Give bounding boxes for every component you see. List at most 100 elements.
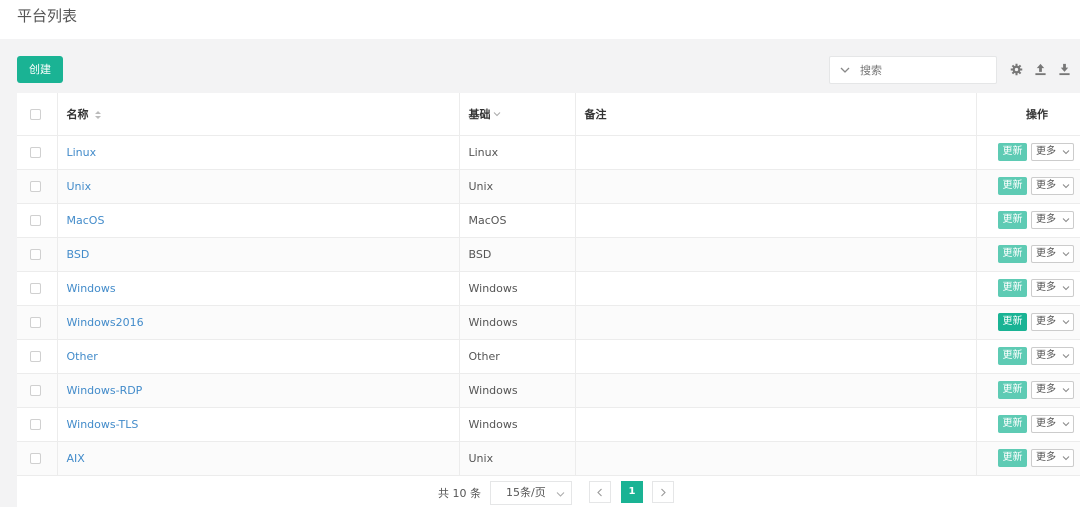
update-button[interactable]: 更新: [998, 381, 1027, 399]
update-button[interactable]: 更新: [998, 143, 1027, 161]
platform-base: Unix: [468, 180, 494, 193]
row-checkbox[interactable]: [30, 147, 41, 158]
row-checkbox[interactable]: [30, 419, 41, 430]
platform-base: Windows: [468, 418, 518, 431]
row-actions: 更新 更多: [977, 415, 1080, 433]
row-action-cell: 更新 更多: [976, 441, 1080, 476]
row-base-cell: Windows: [459, 305, 576, 340]
row-action-cell: 更新 更多: [976, 305, 1080, 340]
chevron-right-icon: [661, 488, 666, 497]
row-base-cell: Windows: [459, 373, 576, 408]
main-content: 创建 名称 基础: [17, 56, 1080, 507]
select-all-checkbox[interactable]: [30, 108, 41, 120]
update-button[interactable]: 更新: [998, 415, 1027, 433]
more-dropdown-button[interactable]: 更多: [1031, 211, 1074, 229]
more-dropdown-button[interactable]: 更多: [1031, 313, 1074, 331]
page-title: 平台列表: [17, 7, 78, 25]
page-button-current[interactable]: 1: [621, 481, 643, 503]
more-dropdown-button[interactable]: 更多: [1031, 143, 1074, 161]
more-dropdown-button[interactable]: 更多: [1031, 415, 1074, 433]
update-button[interactable]: 更新: [998, 449, 1027, 467]
platform-name-link[interactable]: MacOS: [67, 214, 105, 227]
row-action-cell: 更新 更多: [976, 339, 1080, 374]
row-comment-cell: [575, 441, 977, 476]
row-checkbox[interactable]: [30, 181, 41, 192]
total-count: 共 10 条: [438, 487, 481, 500]
row-actions: 更新 更多: [977, 177, 1080, 195]
platform-name-link[interactable]: Windows2016: [67, 316, 144, 329]
row-checkbox-cell: [17, 237, 58, 272]
row-checkbox[interactable]: [30, 385, 41, 396]
row-name-cell: Windows-RDP: [57, 373, 460, 408]
row-checkbox-cell: [17, 339, 58, 374]
search-input[interactable]: [860, 61, 990, 79]
table-row: AIX Unix 更新 更多: [17, 441, 1080, 476]
more-dropdown-button[interactable]: 更多: [1031, 279, 1074, 297]
platform-base: Windows: [468, 384, 518, 397]
platform-name-link[interactable]: Windows-TLS: [67, 418, 139, 431]
row-checkbox[interactable]: [30, 215, 41, 226]
row-name-cell: Windows2016: [57, 305, 460, 340]
platform-name-link[interactable]: Unix: [67, 180, 92, 193]
create-button[interactable]: 创建: [17, 56, 63, 83]
row-checkbox[interactable]: [30, 351, 41, 362]
chevron-down-icon[interactable]: [839, 64, 851, 76]
update-button[interactable]: 更新: [998, 245, 1027, 263]
platform-name-link[interactable]: Windows: [67, 282, 116, 295]
row-checkbox[interactable]: [30, 283, 41, 294]
row-actions: 更新 更多: [977, 347, 1080, 365]
page-header: 平台列表: [0, 0, 1080, 39]
more-dropdown-button[interactable]: 更多: [1031, 381, 1074, 399]
more-dropdown-button[interactable]: 更多: [1031, 449, 1074, 467]
update-button[interactable]: 更新: [998, 313, 1027, 331]
platform-name-link[interactable]: BSD: [67, 248, 90, 261]
row-actions: 更新 更多: [977, 449, 1080, 467]
row-checkbox-cell: [17, 135, 58, 170]
platform-base: Windows: [468, 316, 518, 329]
chevron-down-icon[interactable]: [493, 110, 501, 118]
prev-page-button[interactable]: [589, 481, 611, 503]
row-checkbox[interactable]: [30, 317, 41, 328]
more-dropdown-button[interactable]: 更多: [1031, 177, 1074, 195]
row-checkbox-cell: [17, 169, 58, 204]
table-row: Linux Linux 更新 更多: [17, 135, 1080, 170]
row-name-cell: MacOS: [57, 203, 460, 238]
row-action-cell: 更新 更多: [976, 135, 1080, 170]
row-action-cell: 更新 更多: [976, 237, 1080, 272]
gear-icon[interactable]: [1010, 63, 1023, 76]
row-name-cell: Windows-TLS: [57, 407, 460, 442]
row-checkbox-cell: [17, 407, 58, 442]
platform-name-link[interactable]: AIX: [67, 452, 85, 465]
platform-name-link[interactable]: Other: [67, 350, 98, 363]
update-button[interactable]: 更新: [998, 347, 1027, 365]
download-icon[interactable]: [1058, 63, 1071, 76]
platform-base: Windows: [468, 282, 518, 295]
chevron-down-icon: [1062, 252, 1070, 257]
page-size-select[interactable]: 15条/页: [490, 481, 572, 505]
upload-icon[interactable]: [1034, 63, 1047, 76]
row-base-cell: Windows: [459, 407, 576, 442]
row-actions: 更新 更多: [977, 313, 1080, 331]
column-header-name[interactable]: 名称: [57, 93, 460, 136]
more-dropdown-button[interactable]: 更多: [1031, 347, 1074, 365]
update-button[interactable]: 更新: [998, 211, 1027, 229]
row-name-cell: Unix: [57, 169, 460, 204]
row-checkbox[interactable]: [30, 453, 41, 464]
platform-name-link[interactable]: Linux: [67, 146, 97, 159]
next-page-button[interactable]: [652, 481, 674, 503]
row-action-cell: 更新 更多: [976, 271, 1080, 306]
row-checkbox[interactable]: [30, 249, 41, 260]
search-box[interactable]: [829, 56, 997, 84]
column-header-base[interactable]: 基础: [459, 93, 576, 136]
row-base-cell: MacOS: [459, 203, 576, 238]
sort-icon[interactable]: [94, 110, 102, 120]
row-comment-cell: [575, 203, 977, 238]
table-row: Windows-TLS Windows 更新 更多: [17, 407, 1080, 442]
row-actions: 更新 更多: [977, 279, 1080, 297]
update-button[interactable]: 更新: [998, 177, 1027, 195]
row-comment-cell: [575, 271, 977, 306]
update-button[interactable]: 更新: [998, 279, 1027, 297]
row-comment-cell: [575, 169, 977, 204]
platform-name-link[interactable]: Windows-RDP: [67, 384, 143, 397]
more-dropdown-button[interactable]: 更多: [1031, 245, 1074, 263]
